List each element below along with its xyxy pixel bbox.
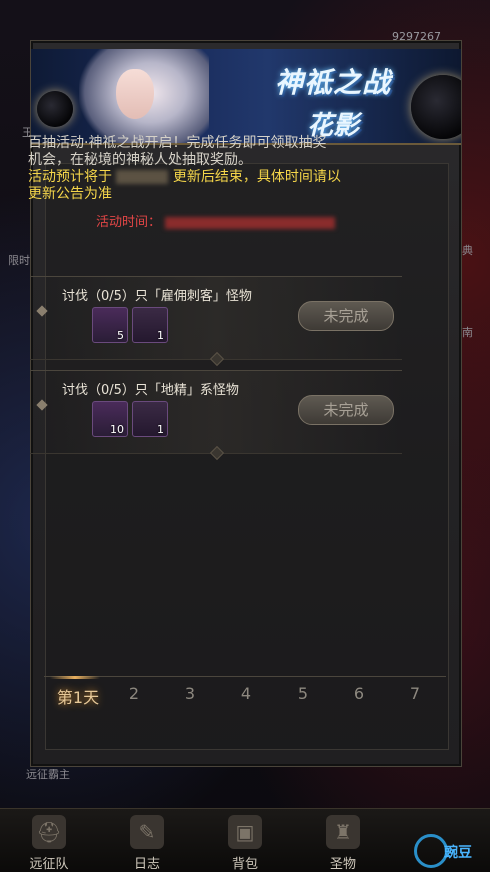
- crystal-icon[interactable]: 5: [92, 307, 128, 343]
- day-tab-3[interactable]: 3: [170, 684, 210, 703]
- day-tab-7[interactable]: 7: [395, 684, 435, 703]
- nav-item-bag[interactable]: ▣ 背包: [210, 813, 280, 872]
- day-tab-4[interactable]: 4: [226, 684, 266, 703]
- nav-item-relic[interactable]: ♜ 圣物: [308, 813, 378, 872]
- side-left-label: 限时: [8, 254, 30, 267]
- bottom-left-label: 远征霸主: [26, 768, 70, 781]
- character-face: [116, 69, 154, 119]
- time-label: 活动时间：: [96, 215, 162, 230]
- event-banner: 神祗之战 花影: [31, 49, 461, 145]
- task-row: 讨伐（0/5）只「雇佣刺客」怪物 5 1 未完成: [30, 276, 402, 367]
- side-right-label-1: 典: [462, 244, 473, 257]
- moon-right: [411, 75, 461, 139]
- crystal-icon[interactable]: 10: [92, 401, 128, 437]
- task-row: 讨伐（0/5）只「地精」系怪物 10 1 未完成: [30, 370, 402, 461]
- task-title: 讨伐（0/5）只「地精」系怪物: [62, 383, 239, 398]
- task-status-button[interactable]: 未完成: [298, 301, 394, 331]
- task-marker-icon: [36, 305, 48, 317]
- banner-title: 神祗之战 花影: [275, 61, 391, 142]
- watermark-circle-icon: [414, 834, 448, 868]
- notice-line2: 更新公告为准: [28, 186, 112, 202]
- content-frame: [45, 163, 449, 750]
- desc-line1: 百抽活动·神祗之战开启！完成任务即可领取抽奖: [28, 135, 327, 151]
- task-title: 讨伐（0/5）只「雇佣刺客」怪物: [62, 289, 252, 304]
- watermark-logo: 豌豆: [406, 830, 486, 870]
- scroll-icon[interactable]: 1: [132, 401, 168, 437]
- side-right-label-2: 南: [462, 326, 473, 339]
- helmet-icon: ⛑: [32, 815, 66, 849]
- nav-label: 背包: [231, 857, 258, 872]
- nav-label: 圣物: [329, 857, 356, 872]
- bag-icon: ▣: [228, 815, 262, 849]
- relic-icon: ♜: [326, 815, 360, 849]
- reward-count: 10: [110, 423, 124, 436]
- nav-item-expedition[interactable]: ⛑ 远征队: [14, 813, 84, 872]
- notice-line: 活动预计将于 更新后结束，具体时间请以: [28, 169, 398, 186]
- day-tabs-divider: [44, 676, 446, 677]
- day-tab-1[interactable]: 第1天: [56, 684, 100, 708]
- nav-label: 日志: [133, 857, 160, 872]
- event-description: 百抽活动·神祗之战开启！完成任务即可领取抽奖 机会，在秘境的神秘人处抽取奖励。 …: [28, 135, 398, 203]
- event-time: 活动时间：: [96, 211, 336, 230]
- log-icon: ✎: [130, 815, 164, 849]
- banner-title-line1: 神祗之战: [274, 66, 391, 99]
- day-tab-2[interactable]: 2: [114, 684, 154, 703]
- scroll-icon[interactable]: 1: [132, 307, 168, 343]
- nav-item-log[interactable]: ✎ 日志: [112, 813, 182, 872]
- watermark-text: 豌豆: [444, 845, 472, 861]
- active-day-glow: [50, 676, 100, 679]
- reward-count: 1: [157, 329, 164, 342]
- moon-left: [37, 91, 73, 127]
- day-tab-5[interactable]: 5: [283, 684, 323, 703]
- day-tabs: 第1天 2 3 4 5 6 7: [44, 676, 446, 716]
- desc-line2: 机会，在秘境的神秘人处抽取奖励。: [28, 152, 252, 168]
- nav-label: 远征队: [29, 857, 69, 872]
- task-marker-icon: [36, 399, 48, 411]
- notice-prefix: 活动预计将于: [28, 169, 112, 185]
- redacted-date: [116, 170, 169, 184]
- day-tab-6[interactable]: 6: [339, 684, 379, 703]
- notice-suffix: 更新后结束，具体时间请以: [172, 169, 341, 185]
- redacted-time: [165, 216, 336, 229]
- task-status-button[interactable]: 未完成: [298, 395, 394, 425]
- reward-count: 1: [157, 423, 164, 436]
- reward-count: 5: [117, 329, 124, 342]
